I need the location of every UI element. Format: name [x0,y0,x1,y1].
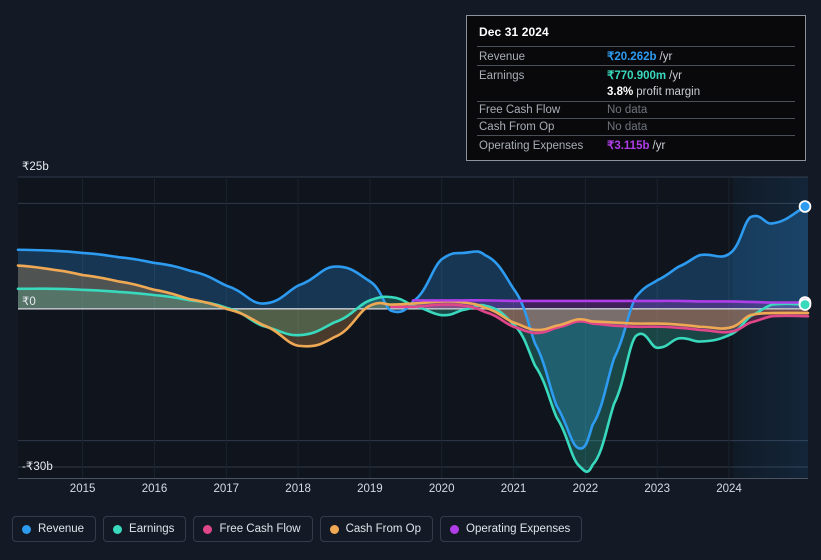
x-axis-label-2019: 2019 [357,483,383,495]
legend-color-dot-icon [203,524,213,534]
tooltip-row-label: Free Cash Flow [479,104,561,116]
tooltip-row: Operating Expenses ₹3.115b/yr [477,135,795,154]
chart-root: ₹25b ₹0 -₹30b 2015 2016 2017 2018 2019 2020 20… [0,0,821,560]
x-axis-label-2018: 2018 [285,483,311,495]
x-axis-label-2017: 2017 [213,483,240,495]
tooltip-title: Dec 31 2024 [479,25,549,39]
tooltip-row-label: Operating Expenses [479,140,584,152]
legend-color-dot-icon [450,524,460,534]
tooltip-row-value: ₹770.900m/yr [607,70,682,82]
x-axis-label-2021: 2021 [500,483,527,495]
legend-item-label: Revenue [38,523,85,535]
chart-legend: Revenue Earnings Free Cash Flow Cash From O… [12,516,583,542]
tooltip-row: Earnings ₹770.900m/yr [477,65,795,84]
tooltip-row-value: ₹3.115b/yr [607,140,666,152]
x-axis-label-2016: 2016 [141,483,168,495]
legend-color-dot-icon [22,524,31,534]
tooltip-row-label: Revenue [479,51,526,63]
legend-item-free-cash-flow[interactable]: Free Cash Flow [193,516,313,542]
tooltip-row-value: No data [607,104,648,116]
x-axis-label-2022: 2022 [572,483,599,495]
legend-item-earnings[interactable]: Earnings [103,516,187,542]
legend-item-cash-from-op[interactable]: Cash From Op [319,516,434,542]
y-axis-label-top: ₹25b [22,161,49,173]
tooltip-rows: Revenue ₹20.262b/yr Earnings ₹770.900m/yr 3.… [477,46,795,154]
y-axis-label-bottom: -₹30b [22,461,53,473]
legend-item-operating-expenses[interactable]: Operating Expenses [440,516,583,542]
x-axis-label-2020: 2020 [428,483,455,495]
x-axis-label-2015: 2015 [69,483,96,495]
tooltip-row: Revenue ₹20.262b/yr [477,46,795,65]
tooltip-row-value: ₹20.262b/yr [607,51,673,63]
legend-item-revenue[interactable]: Revenue [12,516,97,542]
y-axis-label-zero: ₹0 [22,296,36,308]
tooltip-row: Cash From Op No data [477,118,795,135]
legend-item-label: Cash From Op [345,523,422,535]
tooltip-row: 3.8% profit margin [477,84,795,101]
legend-item-label: Free Cash Flow [219,523,301,535]
tooltip-row-value: No data [607,121,648,133]
legend-item-label: Operating Expenses [466,523,571,535]
tooltip-row-value: 3.8% profit margin [607,86,701,98]
legend-color-dot-icon [113,524,123,534]
tooltip-row-label: Cash From Op [479,121,555,133]
x-axis-label-2023: 2023 [644,483,670,495]
tooltip-row-label: Earnings [479,70,525,82]
tooltip-row: Free Cash Flow No data [477,101,795,118]
legend-item-label: Earnings [129,523,175,535]
data-tooltip: Dec 31 2024 Revenue ₹20.262b/yr Earnings ₹7… [466,15,806,161]
legend-color-dot-icon [329,524,339,534]
x-axis-label-2024: 2024 [716,483,742,495]
x-axis: 2015 2016 2017 2018 2019 2020 2021 2022 2023 2024 [0,483,821,501]
